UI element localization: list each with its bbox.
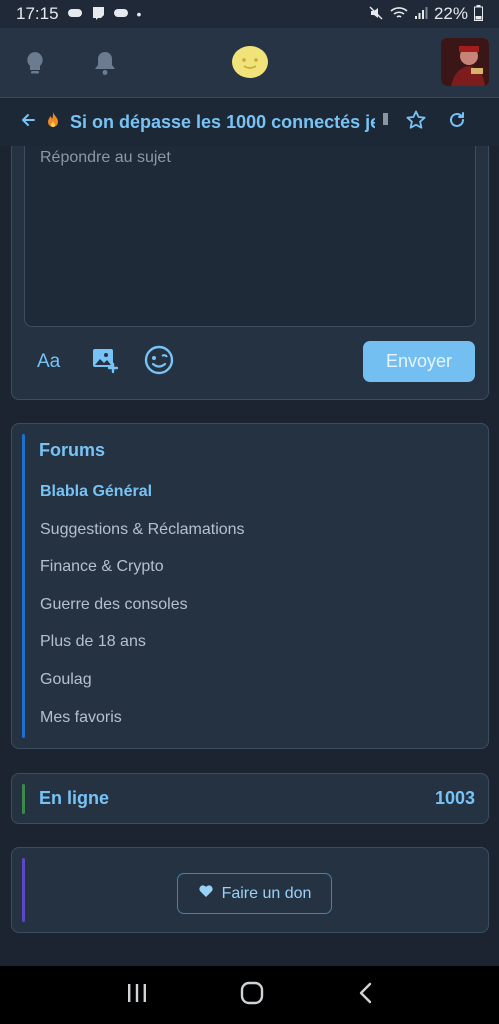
- status-bar: 17:15 • 22%: [0, 0, 499, 28]
- mute-icon: [368, 5, 384, 24]
- forum-item-blabla-general[interactable]: Blabla Général: [40, 483, 152, 501]
- gamepad-notification-icon-2: [113, 6, 129, 22]
- reply-placeholder: Répondre au sujet: [40, 149, 171, 166]
- donate-button[interactable]: Faire un don: [177, 873, 332, 914]
- emoji-icon: [144, 345, 174, 380]
- donate-card: Faire un don: [11, 847, 489, 933]
- topic-bar: Si on dépasse les 1000 connectés je: [0, 99, 499, 146]
- status-time: 17:15: [16, 4, 59, 23]
- battery-icon: [474, 4, 483, 24]
- more-notifications-dot-icon: •: [136, 6, 142, 22]
- home-icon[interactable]: [240, 981, 264, 1010]
- topic-title: Si on dépasse les 1000 connectés je: [70, 112, 375, 132]
- forum-item-suggestions[interactable]: Suggestions & Réclamations: [40, 521, 245, 539]
- twitch-notification-icon: [91, 6, 105, 23]
- user-avatar[interactable]: [441, 38, 489, 86]
- online-count: 1003: [434, 788, 475, 808]
- forums-title: Forums: [39, 440, 106, 460]
- send-button[interactable]: Envoyer: [363, 341, 475, 382]
- online-accent-bar: [22, 784, 25, 814]
- lightbulb-icon[interactable]: [20, 48, 50, 78]
- reply-card: Répondre au sujet Aa Envoyer: [11, 146, 489, 400]
- emoji-button[interactable]: [144, 345, 174, 379]
- fire-icon: [46, 111, 60, 134]
- online-card: En ligne 1003: [11, 773, 489, 824]
- text-format-label: Aa: [37, 351, 61, 372]
- add-image-icon: [91, 346, 119, 379]
- star-icon[interactable]: [406, 110, 426, 135]
- battery-percent: 22%: [433, 4, 468, 23]
- top-nav: [0, 28, 499, 98]
- forum-item-plus-18[interactable]: Plus de 18 ans: [40, 633, 146, 651]
- forums-accent-bar: [22, 434, 25, 738]
- forum-item-goulag[interactable]: Goulag: [40, 671, 92, 689]
- signal-icon: [414, 6, 428, 23]
- refresh-icon[interactable]: [448, 111, 466, 134]
- forum-item-finance-crypto[interactable]: Finance & Crypto: [40, 558, 164, 576]
- heart-icon: [198, 884, 214, 903]
- donate-accent-bar: [22, 858, 25, 922]
- site-logo[interactable]: [231, 45, 269, 79]
- donate-label: Faire un don: [221, 884, 312, 902]
- forums-card: Forums Blabla Général Suggestions & Récl…: [11, 423, 489, 749]
- wifi-icon: [390, 6, 408, 23]
- gamepad-notification-icon: [67, 6, 83, 22]
- reply-textarea[interactable]: Répondre au sujet: [24, 146, 476, 327]
- text-format-button[interactable]: Aa: [37, 345, 60, 379]
- bell-icon[interactable]: [90, 48, 120, 78]
- add-image-button[interactable]: [91, 345, 119, 379]
- recent-apps-icon[interactable]: [126, 983, 148, 1008]
- online-title: En ligne: [39, 788, 110, 808]
- system-nav-bar: [0, 966, 499, 1024]
- back-arrow-icon[interactable]: [20, 112, 36, 133]
- forum-item-guerre-consoles[interactable]: Guerre des consoles: [40, 596, 188, 614]
- forum-item-favoris[interactable]: Mes favoris: [40, 709, 122, 727]
- back-icon[interactable]: [357, 982, 373, 1009]
- truncation-marker: [383, 112, 388, 125]
